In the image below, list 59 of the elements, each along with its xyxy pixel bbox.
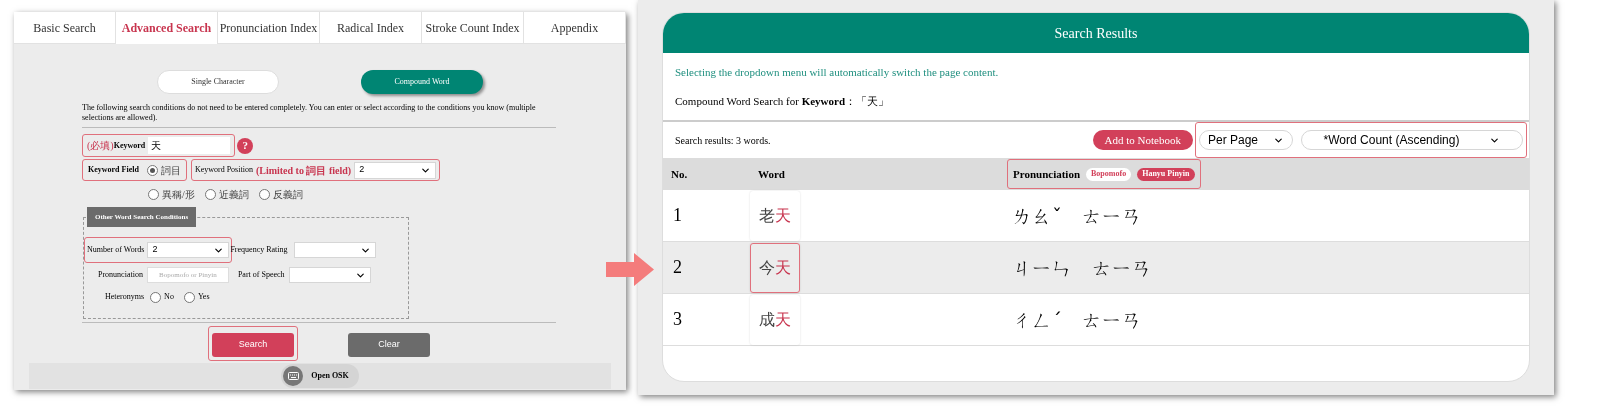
radio-label: No [164,291,174,303]
mode-toggle[interactable]: Single Character [157,70,279,94]
add-to-notebook-button[interactable]: Add to Notebook [1092,130,1193,150]
bopomofo-text: ㄔㄥˊ ㄊㄧㄢ [1012,306,1142,334]
search-button[interactable]: Search [212,332,294,357]
radio-label: 異稱/形 [162,188,195,202]
tab[interactable]: Pronunciation Index [218,12,320,44]
instruction-text: The following search conditions do not need to be entered completely. You can enter or select according to the conditions you know (multiple selections are allowed). [82,103,537,123]
radio-label: 近義詞 [218,188,249,202]
radio-button[interactable] [148,189,159,200]
result-count: Search results: 3 words. [675,133,771,148]
radio-label: 詞目 [160,163,181,178]
pronunciation-toggle[interactable]: Bopomofo [1086,167,1132,181]
osk-button[interactable]: Open OSK [281,363,359,388]
tab[interactable]: Stroke Count Index [422,12,524,44]
dropdown[interactable]: 2 [354,161,437,179]
column-header: No. [670,166,689,182]
sort-dropdown[interactable]: *Word Count (Ascending) [1301,130,1523,150]
clear-button[interactable]: Clear [348,332,430,357]
word-link[interactable]: 成天 [759,307,791,332]
radio-button[interactable] [183,291,195,303]
field-label: Heteronyms [105,291,145,303]
column-header: Pronunciation [1013,166,1081,182]
radio-button[interactable] [204,189,216,200]
word-link[interactable]: 老天 [759,203,791,228]
keyword-field[interactable]: 天 [148,137,231,154]
bopomofo-text: ㄌㄠˇ ㄊㄧㄢ [1012,202,1142,230]
radio-button[interactable] [258,189,270,200]
word-link[interactable]: 今天 [759,255,791,280]
required-mark: (必填) [87,139,114,153]
bopomofo-text: ㄐㄧㄣ ㄊㄧㄢ [1012,254,1152,282]
help-button[interactable]: ? [237,137,254,154]
field-label: Number of Words [87,244,145,256]
tab[interactable]: Radical Index [320,12,422,44]
field-label: Keyword Position [194,164,253,176]
results-header: Search Results [663,13,1529,53]
field-label: Keyword [113,139,146,150]
hint-text: Selecting the dropdown menu will automatically switch the page content. [675,65,1000,80]
field-qualifier: (Limited to 詞目 field) [255,163,352,178]
column-header: Word [758,166,786,182]
query-text: Compound Word Search for Keyword：「天」 [675,93,890,109]
row-number: 2 [672,256,683,279]
per-page-dropdown[interactable]: Per Page [1199,130,1293,150]
field-label: Part of Speech [237,269,285,281]
row-number: 3 [672,308,683,331]
radio-label: 反義詞 [272,188,303,202]
keyboard-icon [283,365,304,386]
tab[interactable]: Appendix [524,12,626,44]
field-label: Pronunciation [98,269,143,281]
mode-toggle[interactable]: Compound Word [361,70,483,94]
field-label: Keyword Field [88,164,139,176]
field-label: Frequency Rating [230,244,288,256]
radio-label: Yes [197,291,210,303]
radio-button[interactable] [150,291,162,303]
row-number: 1 [672,204,683,227]
radio-button[interactable] [146,164,158,176]
dropdown[interactable]: 2 [147,242,230,258]
pronunciation-toggle[interactable]: Hanyu Pinyin [1137,167,1195,181]
arrow-icon [606,253,654,286]
